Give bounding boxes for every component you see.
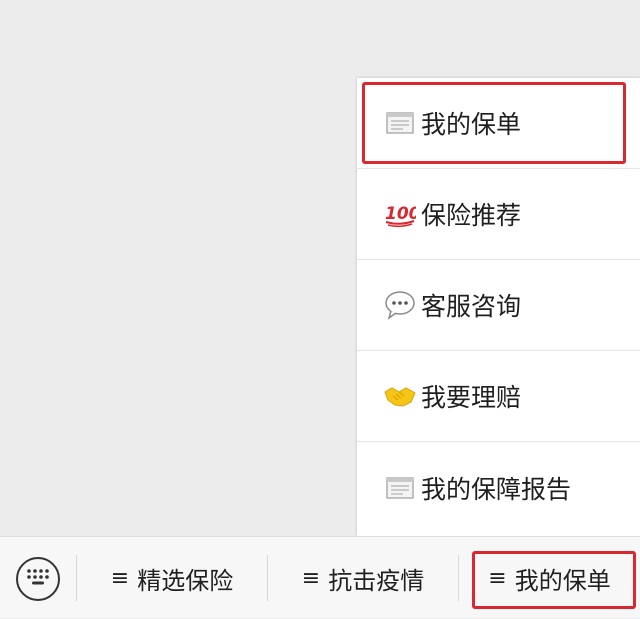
tab-fight-epidemic[interactable]: ≡ 抗击疫情: [268, 537, 458, 619]
menu-lines-icon: ≡: [301, 565, 321, 591]
menu-item-label: 客服咨询: [421, 292, 522, 321]
menu-item-label: 我的保单: [421, 110, 522, 139]
keyboard-toggle-button[interactable]: [16, 557, 60, 601]
menu-item-label: 保险推荐: [421, 201, 522, 230]
handshake-icon: [383, 381, 417, 411]
menu-item-my-policy[interactable]: 我的保单: [357, 78, 640, 169]
menu-item-claim[interactable]: 我要理赔: [357, 351, 640, 442]
tab-label: 精选保险: [137, 566, 234, 595]
tab-label: 我的保单: [514, 566, 611, 595]
menu-item-customer-service[interactable]: 客服咨询: [357, 260, 640, 351]
menu-item-label: 我的保障报告: [421, 474, 572, 504]
tab-selected-insurance[interactable]: ≡ 精选保险: [77, 537, 267, 619]
menu-item-label: 我要理赔: [421, 383, 522, 412]
menu-lines-icon: ≡: [488, 565, 507, 591]
menu-item-insurance-recommend[interactable]: 100 保险推荐: [357, 169, 640, 260]
menu-popup: 我的保单 100 保险推荐 客服咨询: [357, 78, 640, 536]
hundred-points-icon: 100: [383, 199, 417, 229]
speech-bubble-icon: [383, 290, 417, 320]
document-icon: [383, 108, 417, 138]
menu-lines-icon: ≡: [110, 565, 130, 591]
bottom-menu-bar: ≡ 精选保险 ≡ 抗击疫情 ≡ 我的保单: [0, 536, 640, 618]
document-icon: [383, 473, 417, 503]
tab-my-policy[interactable]: ≡ 我的保单: [459, 537, 640, 619]
keyboard-icon: [25, 567, 51, 591]
tab-label: 抗击疫情: [328, 566, 425, 595]
menu-item-protection-report[interactable]: 我的保障报告: [357, 442, 640, 533]
